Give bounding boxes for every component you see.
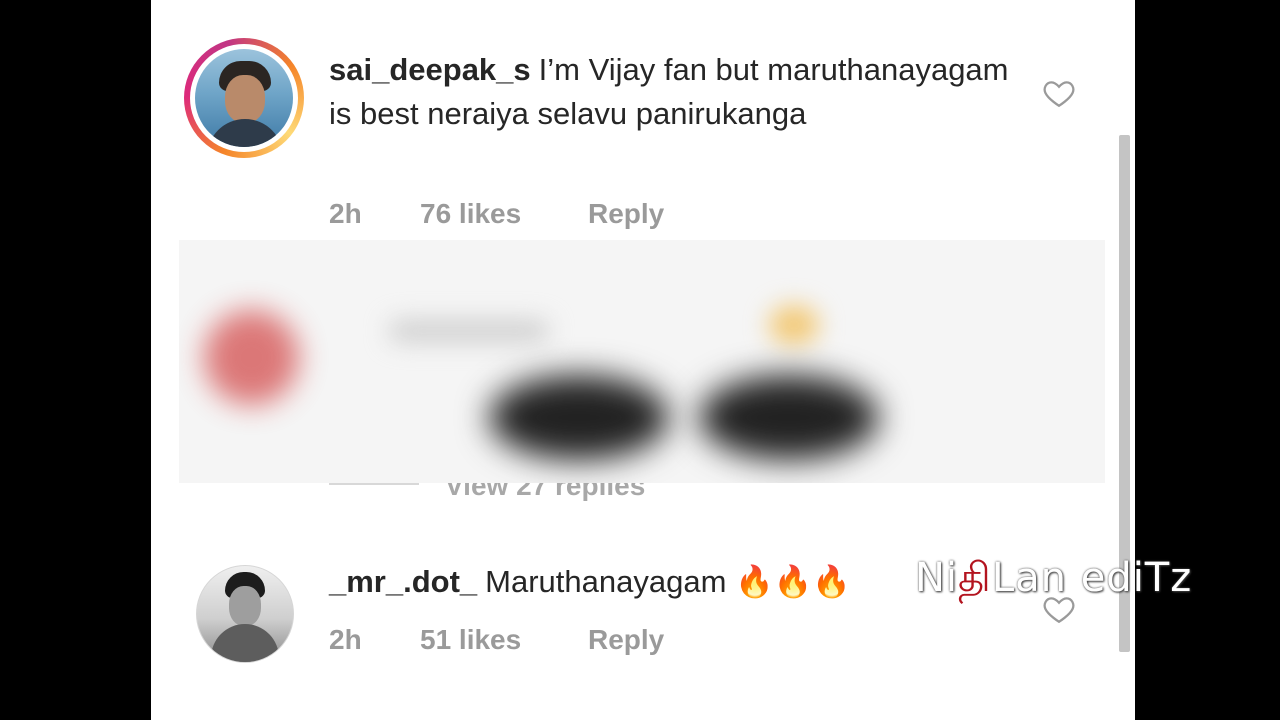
avatar-face: [225, 75, 265, 123]
heart-outline-icon[interactable]: [1042, 76, 1076, 110]
comment-1-likes[interactable]: 76 likes: [420, 198, 521, 230]
comment-2-text: Maruthanayagam 🔥🔥🔥: [485, 564, 851, 599]
watermark: NiதிLan ediTz: [915, 555, 1192, 606]
replies-divider: [329, 483, 419, 485]
comment-2-time: 2h: [329, 624, 362, 655]
comment-2-likes[interactable]: 51 likes: [420, 624, 521, 656]
blurred-avatar-overlay: [204, 310, 299, 405]
blurred-text-overlay: [389, 320, 549, 342]
blurred-sunglasses-right-overlay: [699, 375, 879, 460]
comment-1-body: sai_deepak_s I’m Vijay fan but maruthanay…: [329, 48, 1029, 136]
comment-1-time: 2h: [329, 198, 362, 229]
avatar-body: [211, 624, 279, 662]
blur-overlay: [179, 240, 1105, 483]
watermark-accent: தி: [958, 555, 992, 601]
watermark-prefix: Ni: [915, 555, 959, 601]
comment-2-reply-button[interactable]: Reply: [588, 624, 664, 656]
avatar-body: [207, 119, 283, 147]
comment-2-avatar[interactable]: [196, 565, 294, 663]
watermark-suffix: Lan ediTz: [991, 555, 1193, 601]
comment-2-username[interactable]: _mr_.dot_: [329, 564, 477, 599]
comments-screen: sai_deepak_s I’m Vijay fan but maruthanay…: [151, 0, 1135, 720]
avatar-face: [229, 586, 261, 626]
blurred-sunglasses-left-overlay: [489, 375, 669, 460]
comment-1-username[interactable]: sai_deepak_s: [329, 52, 531, 87]
comment-1-avatar[interactable]: [184, 38, 304, 158]
comment-1-reply-button[interactable]: Reply: [588, 198, 664, 230]
blurred-emoji-overlay: [769, 305, 819, 345]
user-avatar-icon: [195, 49, 293, 147]
